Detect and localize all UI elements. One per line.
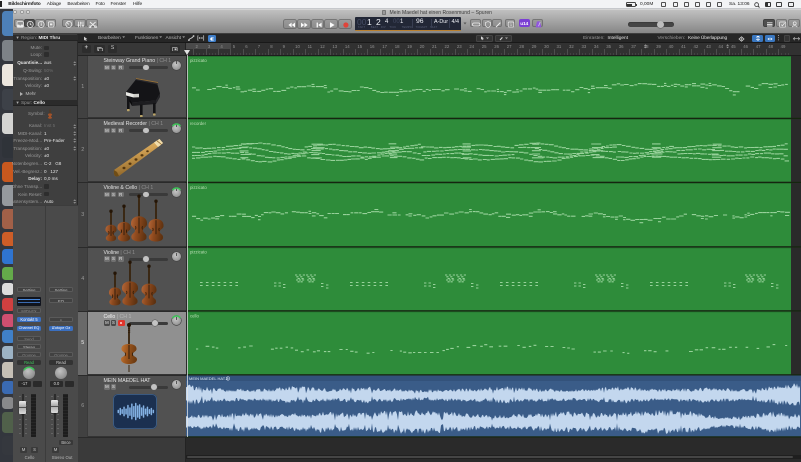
- svg-text:1: 1: [510, 22, 513, 27]
- svg-text:pizzicato: pizzicato: [190, 185, 207, 190]
- svg-text:pizzicato: pizzicato: [190, 250, 207, 255]
- svg-text:cello: cello: [190, 314, 199, 319]
- svg-text:MEIN MAEDEL HAT.2: MEIN MAEDEL HAT.2: [189, 376, 229, 381]
- svg-text:recorder: recorder: [190, 121, 207, 126]
- svg-text:pizzicato: pizzicato: [190, 58, 207, 63]
